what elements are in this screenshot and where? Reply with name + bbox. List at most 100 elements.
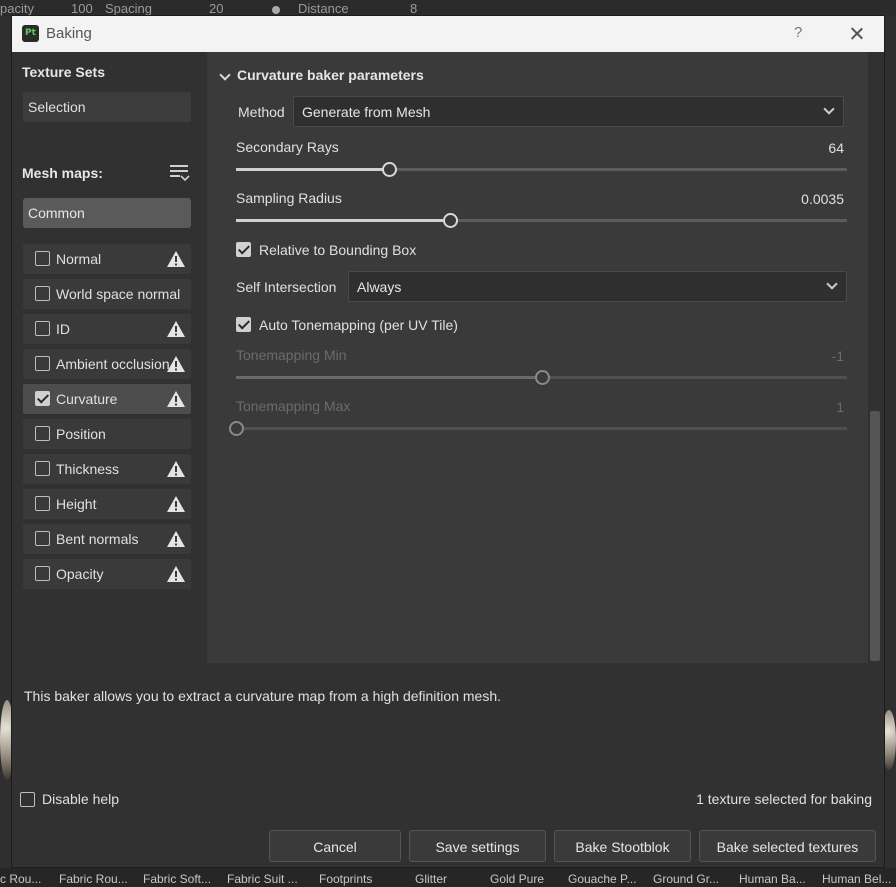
mesh-map-label: Normal [56,251,102,267]
mesh-map-item[interactable]: Height [23,489,191,519]
bake-texture-set-button[interactable]: Bake Stootblok [554,830,691,862]
bake-selected-button[interactable]: Bake selected textures [699,830,876,862]
mesh-map-checkbox[interactable] [35,286,50,301]
tonemapping-max-label: Tonemapping Max [236,398,351,414]
warning-icon [166,530,186,548]
secondary-rays-slider[interactable] [236,162,847,177]
common-settings-button[interactable]: Common [23,198,191,228]
mesh-map-checkbox[interactable] [35,321,50,336]
slider-handle[interactable] [382,162,397,177]
save-settings-button[interactable]: Save settings [409,830,546,862]
tonemapping-min-value: -1 [831,348,844,364]
mesh-map-checkbox[interactable] [35,461,50,476]
chevron-down-icon [823,103,835,115]
collapse-chevron-icon[interactable] [219,69,231,81]
mesh-map-item[interactable]: ID [23,314,191,344]
bg-shelf-item: c Rou... [0,872,42,886]
mesh-map-label: Thickness [56,461,120,477]
mesh-map-item[interactable]: Opacity [23,559,191,589]
mesh-map-item[interactable]: Curvature [23,384,191,414]
warning-icon [166,250,186,268]
slider-fill [236,376,542,379]
mesh-map-label: Opacity [56,566,104,582]
left-panel: Texture Sets Selection Mesh maps: Common… [12,52,207,664]
bg-opacity-value: 100 [71,1,93,16]
close-button[interactable] [846,20,868,46]
background-material-shelf: c Rou... Fabric Rou... Fabric Soft... Fa… [0,868,896,887]
mesh-maps-title: Mesh maps: [22,165,103,181]
bg-shelf-item: Fabric Suit ... [227,872,298,886]
slider-fill [236,168,389,171]
disable-help-checkbox[interactable] [20,792,35,807]
help-button[interactable]: ? [794,24,802,41]
self-intersection-value: Always [357,279,402,295]
mesh-map-item[interactable]: Ambient occlusion [23,349,191,379]
mesh-map-checkbox[interactable] [35,496,50,511]
help-text: This baker allows you to extract a curva… [24,688,501,704]
mesh-map-label: Height [56,496,97,512]
bg-shelf-item: Fabric Rou... [59,872,128,886]
mesh-map-checkbox[interactable] [35,531,50,546]
bg-shelf-item: Ground Gr... [653,872,720,886]
secondary-rays-value[interactable]: 64 [744,140,844,156]
bg-shelf-item: Fabric Soft... [143,872,212,886]
warning-icon [166,320,186,338]
mesh-map-checkbox[interactable] [35,356,50,371]
warning-icon [166,390,186,408]
warning-icon [166,495,186,513]
tonemapping-min-slider [236,370,847,385]
mesh-map-label: ID [56,321,70,337]
disable-help-label[interactable]: Disable help [42,791,119,807]
cancel-button[interactable]: Cancel [269,830,401,862]
bg-shelf-item: Gouache P... [568,872,637,886]
relative-bbox-label[interactable]: Relative to Bounding Box [259,242,416,258]
bake-count-status: 1 texture selected for baking [696,791,872,807]
sampling-radius-label: Sampling Radius [236,190,342,206]
window-title: Baking [46,25,92,42]
warning-icon [166,565,186,583]
bg-shelf-item: Glitter [415,872,448,886]
warning-icon [166,355,186,373]
vertical-scrollbar[interactable] [870,411,880,661]
auto-tonemapping-checkbox[interactable] [236,317,251,332]
list-options-icon[interactable] [170,165,190,183]
mesh-map-item[interactable]: Bent normals [23,524,191,554]
bg-spacing-label: Spacing [105,1,152,16]
bg-slider-dot [272,6,280,14]
mesh-map-label: World space normal [56,286,181,302]
bg-opacity-label: pacity [0,1,34,16]
method-dropdown[interactable]: Generate from Mesh [293,96,844,127]
slider-fill [236,219,450,222]
auto-tonemapping-label[interactable]: Auto Tonemapping (per UV Tile) [259,317,458,333]
bg-shelf-item: Human Ba... [739,872,806,886]
painter-app-icon: Pt [22,25,39,42]
mesh-map-checkbox[interactable] [35,251,50,266]
texture-set-selection[interactable]: Selection [23,92,191,122]
sampling-radius-slider[interactable] [236,213,847,228]
mesh-map-item[interactable]: Position [23,419,191,449]
method-value: Generate from Mesh [302,104,431,120]
tonemapping-max-value: 1 [836,399,844,415]
background-toolbar: pacity 100 Spacing 20 Distance 8 [0,0,896,16]
section-title[interactable]: Curvature baker parameters [237,67,424,83]
slider-handle[interactable] [443,213,458,228]
self-intersection-label: Self Intersection [236,279,337,295]
title-bar[interactable]: Pt Baking ? [12,16,884,52]
sampling-radius-value[interactable]: 0.0035 [744,191,844,207]
tonemapping-min-label: Tonemapping Min [236,347,347,363]
mesh-map-label: Curvature [56,391,118,407]
mesh-map-checkbox[interactable] [35,426,50,441]
bg-distance-label: Distance [298,1,349,16]
mesh-map-checkbox[interactable] [35,391,50,406]
mesh-map-item[interactable]: Thickness [23,454,191,484]
parameters-panel: Curvature baker parameters Method Genera… [207,52,868,663]
self-intersection-dropdown[interactable]: Always [348,271,847,302]
relative-bbox-checkbox[interactable] [236,242,251,257]
texture-sets-title: Texture Sets [22,64,105,80]
mesh-map-item[interactable]: Normal [23,244,191,274]
warning-icon [166,460,186,478]
tonemapping-max-slider [229,421,847,436]
mesh-map-item[interactable]: World space normal [23,279,191,309]
mesh-map-checkbox[interactable] [35,566,50,581]
chevron-down-icon [826,278,838,290]
